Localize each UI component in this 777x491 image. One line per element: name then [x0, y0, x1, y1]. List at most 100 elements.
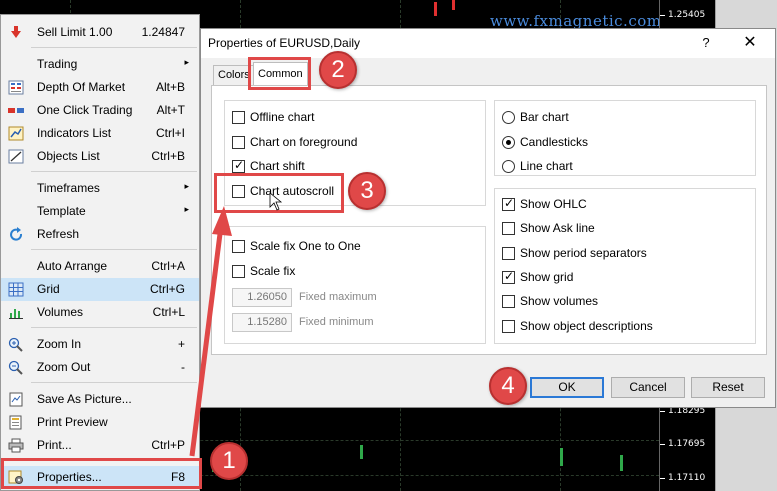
menu-item-shortcut: Ctrl+B [151, 149, 185, 163]
price-label: 1.25405 [668, 10, 706, 20]
print-preview-icon [8, 415, 24, 430]
checkbox-box[interactable] [502, 269, 515, 284]
volumes-icon [8, 305, 24, 320]
menu-item-shortcut: + [177, 337, 185, 351]
menu-item-label: Volumes [37, 305, 84, 319]
help-button[interactable]: ? [696, 33, 716, 53]
menu-item-label: One Click Trading [37, 103, 133, 117]
refresh-icon [8, 227, 24, 242]
tab-panel-common: Offline chart Chart on foreground Chart … [211, 85, 767, 355]
menu-separator [31, 47, 197, 48]
menu-item-label: Sell Limit 1.00 [37, 25, 113, 39]
close-button[interactable]: ✕ [739, 32, 761, 54]
zoom-in-icon [8, 337, 24, 352]
step-badge-3: 3 [348, 172, 386, 210]
price-label: 1.17110 [668, 473, 706, 483]
checkbox-box[interactable] [502, 320, 515, 333]
radio-circle[interactable] [502, 160, 515, 173]
radio-circle[interactable] [502, 136, 515, 149]
candle [620, 455, 623, 471]
menu-item-trading[interactable]: Trading ▸ [1, 53, 199, 76]
menu-item-timeframes[interactable]: Timeframes ▸ [1, 177, 199, 200]
checkbox-box[interactable] [232, 111, 245, 124]
menu-item-shortcut: Ctrl+I [155, 126, 185, 140]
menu-item-template[interactable]: Template ▸ [1, 200, 199, 223]
checkbox-label: Chart on foreground [250, 135, 358, 149]
menu-item-one-click-trading[interactable]: One Click Trading Alt+T [1, 99, 199, 122]
reset-button[interactable]: Reset [691, 377, 765, 398]
checkbox-box[interactable] [502, 222, 515, 235]
menu-item-print-preview[interactable]: Print Preview [1, 411, 199, 434]
checkbox-label: Scale fix [250, 264, 296, 278]
checkbox-label: Show volumes [520, 294, 599, 308]
fixed-maximum-input[interactable]: 1.26050 [232, 288, 292, 307]
radio-label: Bar chart [520, 110, 569, 124]
menu-item-depth-of-market[interactable]: Depth Of Market Alt+B [1, 76, 199, 99]
fixed-minimum-input[interactable]: 1.15280 [232, 313, 292, 332]
menu-item-zoom-in[interactable]: Zoom In + [1, 333, 199, 356]
menu-item-label: Objects List [37, 149, 100, 163]
checkbox-box[interactable] [232, 136, 245, 149]
cancel-button[interactable]: Cancel [611, 377, 685, 398]
menu-separator [31, 171, 197, 172]
chevron-right-icon: ▸ [184, 204, 189, 214]
radio-label: Line chart [520, 159, 573, 173]
candle [452, 0, 455, 10]
checkbox-box[interactable] [502, 247, 515, 260]
scale-group: Scale fix One to One Scale fix 1.26050 F… [224, 226, 486, 344]
menu-item-print[interactable]: Print... Ctrl+P [1, 434, 199, 457]
highlight-autoscroll [214, 173, 344, 213]
menu-item-label: Indicators List [37, 126, 112, 140]
step-badge-4: 4 [489, 367, 527, 405]
dialog-titlebar: Properties of EURUSD,Daily ? ✕ [201, 29, 775, 58]
menu-item-grid[interactable]: Grid Ctrl+G [1, 278, 199, 301]
menu-item-volumes[interactable]: Volumes Ctrl+L [1, 301, 199, 324]
menu-item-label: Grid [37, 282, 60, 296]
menu-item-zoom-out[interactable]: Zoom Out - [1, 356, 199, 379]
candle [360, 445, 363, 459]
display-options-group: Show OHLC Show Ask line Show period sepa… [494, 188, 756, 344]
menu-item-auto-arrange[interactable]: Auto Arrange Ctrl+A [1, 255, 199, 278]
checkbox-label: Show Ask line [520, 221, 595, 235]
depth-of-market-icon [8, 80, 24, 95]
dialog-title: Properties of EURUSD,Daily [208, 36, 361, 50]
menu-item-refresh[interactable]: Refresh [1, 223, 199, 246]
chart-type-group: Bar chart Candlesticks Line chart [494, 100, 756, 176]
menu-item-shortcut: Alt+B [155, 80, 185, 94]
checkbox-label: Show object descriptions [520, 319, 653, 333]
menu-item-shortcut: Ctrl+P [151, 438, 185, 452]
print-icon [8, 438, 24, 453]
price-label: 1.17695 [668, 439, 706, 449]
price-tick [660, 444, 665, 445]
checkbox-label: Offline chart [250, 110, 315, 124]
menu-item-shortcut: - [181, 360, 185, 374]
menu-item-indicators-list[interactable]: Indicators List Ctrl+I [1, 122, 199, 145]
menu-item-label: Depth Of Market [37, 80, 126, 94]
menu-item-label: Template [37, 204, 86, 218]
radio-circle[interactable] [502, 111, 515, 124]
zoom-out-icon [8, 360, 24, 375]
menu-item-label: Save As Picture... [37, 392, 132, 406]
step-badge-2: 2 [319, 51, 357, 89]
candle [434, 2, 437, 16]
menu-item-label: Zoom Out [37, 360, 91, 374]
checkbox-box[interactable] [232, 158, 245, 173]
checkbox-box[interactable] [502, 295, 515, 308]
menu-item-save-as-picture[interactable]: Save As Picture... [1, 388, 199, 411]
price-tick [660, 411, 665, 412]
save-picture-icon [8, 392, 24, 407]
checkbox-box[interactable] [502, 196, 515, 211]
menu-item-sell-limit[interactable]: Sell Limit 1.00 1.24847 [1, 21, 199, 44]
checkbox-label: Show period separators [520, 246, 647, 260]
menu-item-shortcut: Ctrl+G [149, 282, 185, 296]
chevron-right-icon: ▸ [184, 181, 189, 191]
menu-item-label: Timeframes [37, 181, 100, 195]
checkbox-box[interactable] [232, 265, 245, 278]
checkbox-label: Scale fix One to One [250, 239, 361, 253]
checkbox-box[interactable] [232, 240, 245, 253]
menu-item-label: Trading [37, 57, 78, 71]
menu-item-objects-list[interactable]: Objects List Ctrl+B [1, 145, 199, 168]
menu-item-label: Zoom In [37, 337, 82, 351]
menu-item-label: Print... [37, 438, 72, 452]
ok-button[interactable]: OK [530, 377, 604, 398]
